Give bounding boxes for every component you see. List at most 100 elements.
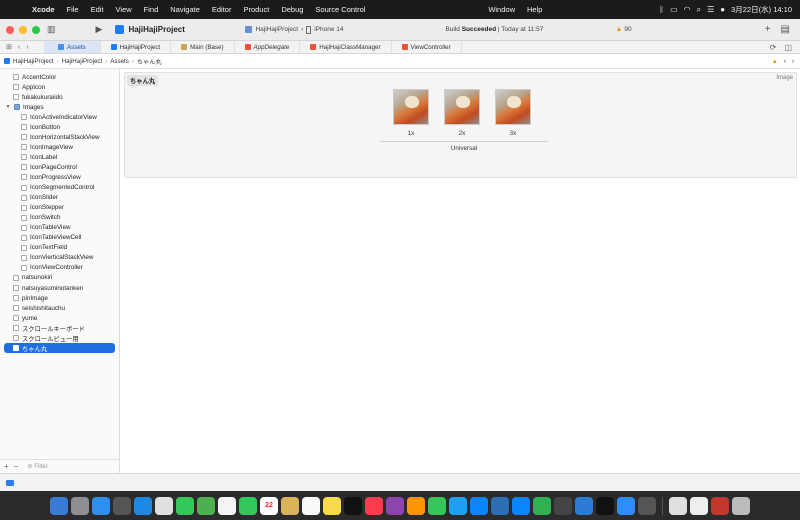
preview-icon[interactable]	[638, 496, 656, 515]
debug-area-toggle-icon[interactable]	[6, 479, 14, 486]
menu-file[interactable]: File	[61, 5, 85, 14]
run-button-icon[interactable]: ▶	[91, 24, 108, 35]
list-item[interactable]: IconSwitch	[0, 213, 119, 223]
tab-class-manager[interactable]: HajiHajiClassManager	[300, 41, 392, 53]
menu-app-name[interactable]: Xcode	[26, 5, 61, 14]
warning-indicator[interactable]: ▲ 90	[615, 26, 631, 33]
menu-find[interactable]: Find	[138, 5, 165, 14]
list-item[interactable]: IconSlider	[0, 193, 119, 203]
disclosure-down-icon[interactable]: ▼	[5, 104, 11, 110]
asset-name-label[interactable]: ちゃん丸	[127, 75, 159, 86]
image-slot-2x[interactable]: 2x	[444, 89, 480, 137]
vscode-icon[interactable]	[491, 496, 509, 515]
forward-icon[interactable]: ›	[26, 44, 28, 51]
list-item[interactable]: IconLabel	[0, 152, 119, 162]
warning-icon[interactable]: ▲	[772, 58, 778, 65]
menu-help[interactable]: Help	[521, 5, 548, 14]
chevron-down-icon[interactable]: ›	[792, 58, 794, 65]
list-item[interactable]: IconViewController	[0, 263, 119, 273]
zoom-window-icon[interactable]	[32, 25, 40, 34]
scheme-selector[interactable]: HajiHajiProject › iPhone 14	[245, 25, 445, 34]
control-center-icon[interactable]: ☰	[707, 5, 714, 14]
menubar-datetime[interactable]: 3月22日(水) 14:10	[731, 4, 792, 15]
calendar-icon[interactable]: 22	[260, 496, 278, 515]
list-item[interactable]: fukakukuraiido	[0, 92, 119, 102]
jumpbar-item[interactable]: Assets	[110, 58, 129, 65]
xcode-icon[interactable]	[449, 496, 467, 515]
textedit-icon[interactable]	[690, 496, 708, 515]
launchpad-icon[interactable]	[71, 496, 89, 515]
list-item[interactable]: yume	[0, 313, 119, 323]
remove-icon[interactable]: −	[14, 462, 19, 471]
device-label[interactable]: iPhone 14	[314, 26, 343, 33]
dog-photo-thumbnail[interactable]	[444, 89, 480, 125]
menu-edit[interactable]: Edit	[85, 5, 110, 14]
refresh-icon[interactable]: ⟳	[770, 43, 777, 52]
reminders-icon[interactable]	[302, 496, 320, 515]
list-item[interactable]: スクロールキーボード	[0, 323, 119, 333]
list-item[interactable]: スクロールビュー用	[0, 333, 119, 343]
contacts-icon[interactable]	[281, 496, 299, 515]
list-item-selected[interactable]: ちゃん丸	[4, 343, 115, 354]
system-settings-icon[interactable]	[113, 496, 131, 515]
maps-icon[interactable]	[197, 496, 215, 515]
list-item[interactable]: IconTextField	[0, 243, 119, 253]
list-item[interactable]: IconStepper	[0, 203, 119, 213]
menu-debug[interactable]: Debug	[275, 5, 309, 14]
siri-icon[interactable]: ●	[720, 5, 725, 14]
list-item[interactable]: IconPageControl	[0, 162, 119, 172]
jumpbar-item[interactable]: ちゃん丸	[137, 57, 162, 66]
input-method-icon[interactable]	[711, 496, 729, 515]
image-slot-1x[interactable]: 1x	[393, 89, 429, 137]
sidebar-toggle-icon[interactable]: ▥	[42, 24, 61, 35]
accessibility-inspector-icon[interactable]	[554, 496, 572, 515]
bluetooth-icon[interactable]: ᛒ	[659, 5, 664, 14]
grid-icon[interactable]: ⊞	[6, 43, 12, 51]
menu-view[interactable]: View	[110, 5, 138, 14]
photos-icon[interactable]	[218, 496, 236, 515]
scheme-label[interactable]: HajiHajiProject	[255, 26, 298, 33]
finder-icon[interactable]	[50, 496, 68, 515]
tab-assets[interactable]: Assets	[44, 41, 101, 53]
jumpbar-item[interactable]: HajiHajiProject	[62, 58, 103, 65]
menu-source-control[interactable]: Source Control	[309, 5, 371, 14]
numbers-icon[interactable]	[428, 496, 446, 515]
dog-photo-thumbnail[interactable]	[495, 89, 531, 125]
list-item[interactable]: IconHorizontalStackView	[0, 132, 119, 142]
chevron-up-icon[interactable]: ‹	[784, 58, 786, 65]
terminal-icon[interactable]	[596, 496, 614, 515]
trash-icon[interactable]	[732, 496, 750, 515]
app-store-icon[interactable]	[470, 496, 488, 515]
tab-main-storyboard[interactable]: Main (Base)	[171, 41, 235, 53]
list-item[interactable]: IconTableView	[0, 223, 119, 233]
list-item[interactable]: seishishitauchu	[0, 303, 119, 313]
charts-icon[interactable]	[533, 496, 551, 515]
minimize-window-icon[interactable]	[19, 25, 27, 34]
mail-icon[interactable]	[92, 496, 110, 515]
tab-view-controller[interactable]: ViewController	[392, 41, 462, 53]
add-icon[interactable]: +	[765, 24, 771, 35]
music-icon[interactable]	[365, 496, 383, 515]
slack-icon[interactable]	[575, 496, 593, 515]
safari-icon[interactable]	[134, 496, 152, 515]
battery-icon[interactable]: ▭	[670, 5, 678, 14]
close-window-icon[interactable]	[6, 25, 14, 34]
list-item[interactable]: IconProgressView	[0, 172, 119, 182]
list-item[interactable]: IconActiveIndicatorView	[0, 112, 119, 122]
keynote-icon[interactable]	[512, 496, 530, 515]
tab-project[interactable]: HajiHajiProject	[101, 41, 172, 53]
list-item[interactable]: AppIcon	[0, 82, 119, 92]
list-item[interactable]: IconImageView	[0, 142, 119, 152]
list-item[interactable]: IconSegmentedControl	[0, 183, 119, 193]
zoom-icon[interactable]	[617, 496, 635, 515]
dog-photo-thumbnail[interactable]	[393, 89, 429, 125]
apple-tv-icon[interactable]	[344, 496, 362, 515]
menu-navigate[interactable]: Navigate	[164, 5, 206, 14]
menu-editor[interactable]: Editor	[206, 5, 238, 14]
list-item[interactable]: natsuyasuminotanken	[0, 283, 119, 293]
facetime-icon[interactable]	[239, 496, 257, 515]
list-item[interactable]: natsunokiri	[0, 273, 119, 283]
jumpbar-item[interactable]: HajiHajiProject	[13, 58, 54, 65]
notes-icon[interactable]	[323, 496, 341, 515]
back-icon[interactable]: ‹	[18, 44, 20, 51]
